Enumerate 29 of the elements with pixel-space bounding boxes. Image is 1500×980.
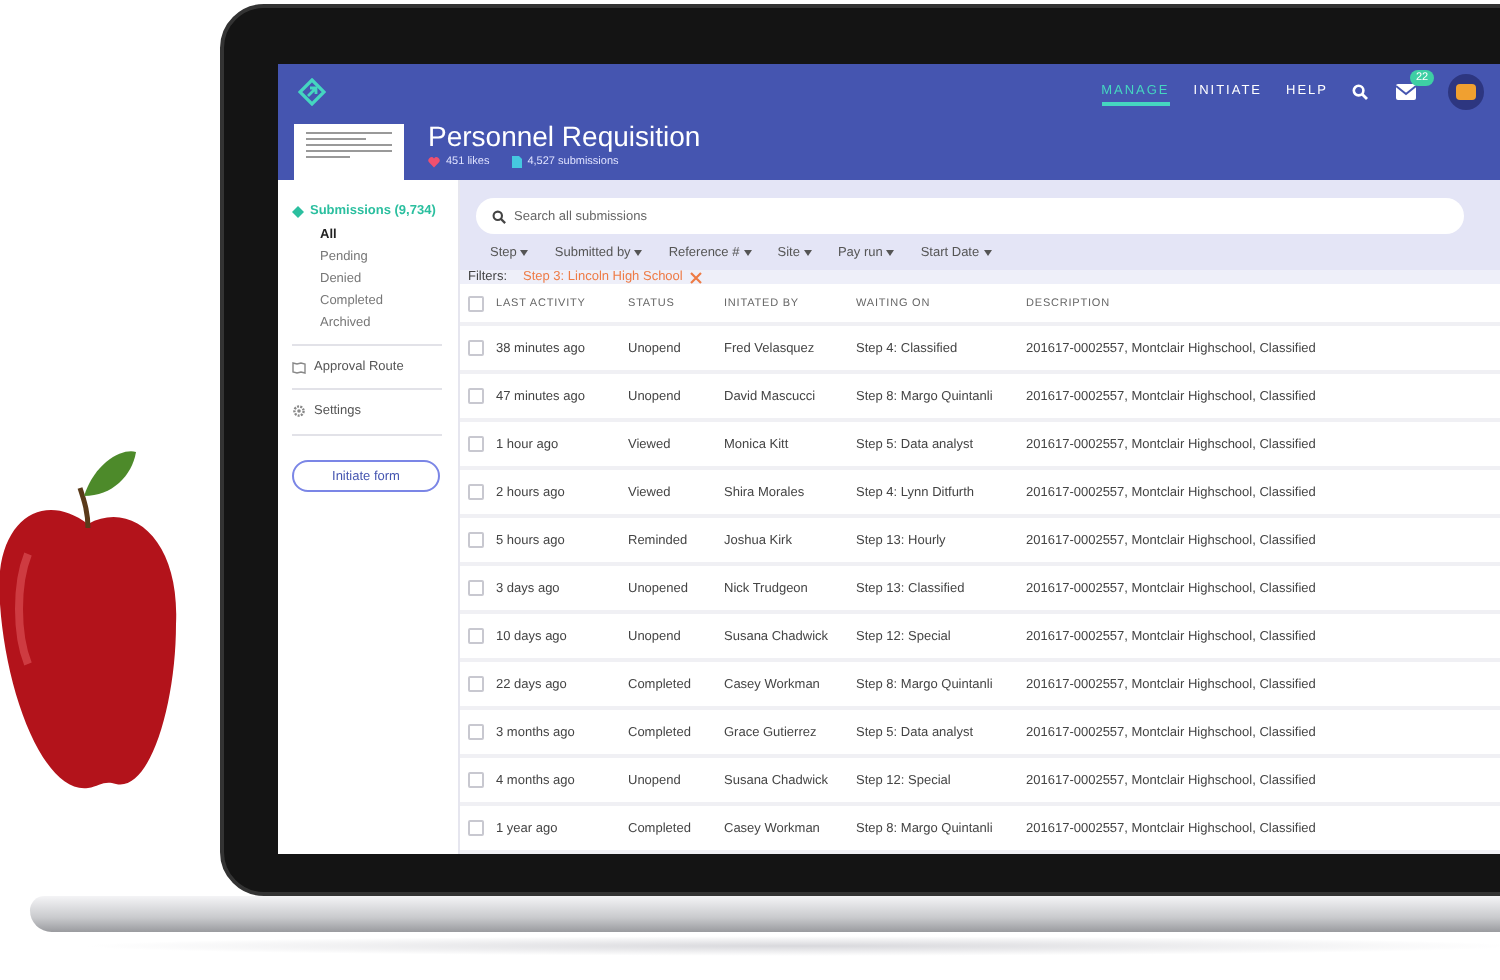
diamond-icon xyxy=(292,205,304,217)
checkbox[interactable] xyxy=(468,820,484,836)
checkbox[interactable] xyxy=(468,724,484,740)
checkbox[interactable] xyxy=(468,295,484,311)
document-icon xyxy=(511,156,522,168)
caret-icon xyxy=(520,249,529,256)
caret-icon xyxy=(886,249,895,256)
checkbox[interactable] xyxy=(468,532,484,548)
checkbox[interactable] xyxy=(468,628,484,644)
search-icon[interactable] xyxy=(1352,84,1368,100)
mail-icon[interactable] xyxy=(1396,84,1416,100)
heart-icon xyxy=(428,156,440,168)
caret-icon xyxy=(983,249,992,256)
map-icon xyxy=(292,361,306,373)
settings-icon xyxy=(292,404,306,418)
caret-icon xyxy=(743,249,752,256)
caret-icon xyxy=(803,249,812,256)
checkbox[interactable] xyxy=(468,676,484,692)
checkbox[interactable] xyxy=(468,580,484,596)
logo-icon[interactable] xyxy=(298,78,326,106)
checkbox[interactable] xyxy=(468,484,484,500)
checkbox[interactable] xyxy=(468,340,484,356)
close-icon[interactable] xyxy=(690,271,703,283)
checkbox[interactable] xyxy=(468,388,484,404)
caret-icon xyxy=(634,249,643,256)
form-title: Personnel Requisition xyxy=(428,120,701,152)
avatar[interactable] xyxy=(1448,74,1484,110)
checkbox[interactable] xyxy=(468,772,484,788)
checkbox[interactable] xyxy=(468,436,484,452)
